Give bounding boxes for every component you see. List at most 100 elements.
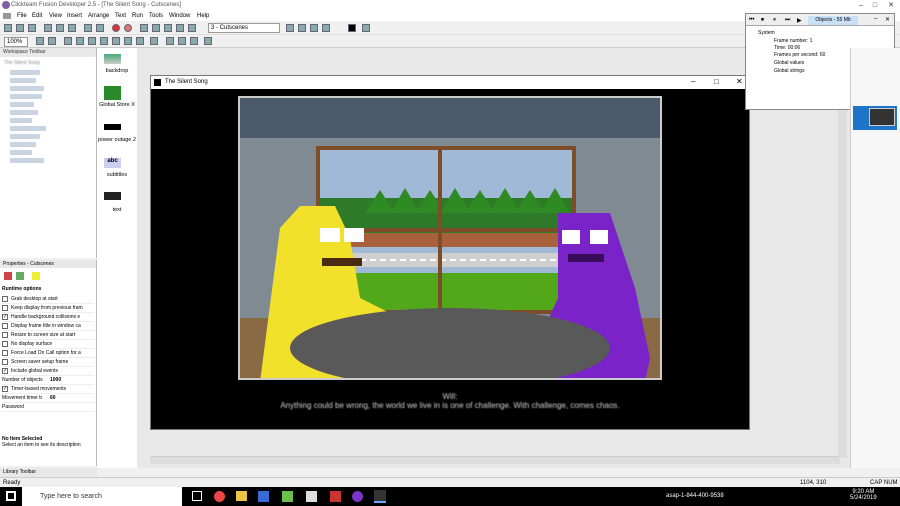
windows-start-icon[interactable] (6, 491, 16, 501)
app-icon-4[interactable] (306, 491, 317, 502)
tree-item[interactable] (10, 158, 44, 163)
align-center-icon[interactable] (178, 37, 186, 45)
property-checkbox[interactable] (2, 295, 8, 302)
property-checkbox[interactable] (2, 340, 8, 347)
property-checkbox[interactable] (2, 349, 8, 356)
property-checkbox[interactable] (2, 358, 8, 365)
running-app-icon[interactable] (374, 490, 386, 503)
menu-doc-icon[interactable] (3, 13, 11, 19)
frame-editor-icon[interactable] (152, 24, 160, 32)
properties-tab-icon[interactable] (32, 272, 40, 280)
debugger-close-icon[interactable]: ✕ (885, 16, 890, 23)
movement-timer-row[interactable]: Movement timer b 60 (2, 394, 94, 403)
subtitles-icon[interactable]: abc (104, 158, 121, 168)
pause-icon[interactable]: ⏸ (773, 17, 776, 24)
layers-icon[interactable] (88, 37, 96, 45)
property-row[interactable]: Grab desktop at start (2, 295, 94, 304)
num-objects-row[interactable]: Number of objects 1000 (2, 376, 94, 385)
file-explorer-icon[interactable] (236, 491, 247, 501)
workspace-root[interactable]: The Silent Song (4, 60, 40, 66)
menu-view[interactable]: View (49, 13, 62, 19)
step-icon[interactable]: ⏭ (785, 17, 790, 24)
close-button[interactable]: ✕ (884, 0, 898, 11)
property-row[interactable]: ✓ Handle background collisions e (2, 313, 94, 322)
property-checkbox[interactable]: ✓ (2, 313, 8, 320)
align-left-icon[interactable] (166, 37, 174, 45)
frame-select[interactable]: 3 - Cutscenes (208, 23, 280, 33)
app-icon-2[interactable] (258, 491, 269, 502)
data-elements-icon[interactable] (188, 24, 196, 32)
tree-item[interactable] (10, 86, 44, 91)
property-row[interactable]: Display frame title in window ca (2, 322, 94, 331)
clock[interactable]: 9:20 AM 5/24/2019 (850, 489, 877, 501)
game-minimize-button[interactable]: – (691, 77, 695, 86)
undo-icon[interactable] (84, 24, 92, 32)
fusion-icon[interactable] (352, 491, 363, 502)
game-close-button[interactable]: ✕ (736, 77, 743, 86)
chrome-icon[interactable] (214, 491, 225, 502)
menu-edit[interactable]: Edit (32, 13, 42, 19)
property-row[interactable]: Screen saver setup frame (2, 358, 94, 367)
menu-insert[interactable]: Insert (67, 13, 82, 19)
tree-item[interactable] (10, 78, 36, 83)
maximize-button[interactable]: □ (868, 0, 882, 11)
text-object-icon[interactable] (104, 192, 121, 200)
debugger-minimize-icon[interactable]: – (874, 16, 877, 22)
text-color-icon[interactable] (136, 37, 144, 45)
tree-item[interactable] (10, 142, 36, 147)
event-editor-icon[interactable] (164, 24, 172, 32)
backdrop-icon[interactable] (104, 54, 121, 64)
minimize-button[interactable]: – (854, 0, 868, 11)
storyboard-icon[interactable] (140, 24, 148, 32)
open-icon[interactable] (16, 24, 24, 32)
property-row[interactable]: Resize to screen size at start (2, 331, 94, 340)
app-icon-3[interactable] (282, 491, 293, 502)
run-frame-icon[interactable] (124, 24, 132, 32)
properties-tab-icon[interactable] (16, 272, 24, 280)
dbg-global-values[interactable]: Global values (774, 60, 804, 66)
color-icon[interactable] (348, 24, 356, 32)
properties-tab-icon[interactable] (4, 272, 12, 280)
run-app-icon[interactable] (112, 24, 120, 32)
copy-icon[interactable] (56, 24, 64, 32)
new-icon[interactable] (4, 24, 12, 32)
grid-icon[interactable] (362, 24, 370, 32)
snap-icon[interactable] (76, 37, 84, 45)
save-icon[interactable] (28, 24, 36, 32)
tree-item[interactable] (10, 94, 42, 99)
align-right-icon[interactable] (190, 37, 198, 45)
tree-item[interactable] (10, 102, 34, 107)
redo-icon[interactable] (96, 24, 104, 32)
italic-icon[interactable] (124, 37, 132, 45)
menu-text[interactable]: Text (115, 13, 126, 19)
menu-arrange[interactable]: Arrange (88, 13, 109, 19)
crop-icon[interactable] (204, 37, 212, 45)
objects-memory-button[interactable]: Objects - 55 Mb (808, 16, 858, 25)
paste-icon[interactable] (68, 24, 76, 32)
menu-run[interactable]: Run (132, 13, 143, 19)
zoom-select[interactable]: 100% (4, 37, 28, 47)
property-checkbox[interactable] (2, 322, 8, 329)
prev-frame-icon[interactable] (286, 24, 294, 32)
next-frame-icon[interactable] (298, 24, 306, 32)
event-list-icon[interactable] (176, 24, 184, 32)
zoom-icon[interactable] (48, 37, 56, 45)
tree-item[interactable] (10, 126, 46, 131)
hand-icon[interactable] (36, 37, 44, 45)
add-frame-icon[interactable] (310, 24, 318, 32)
app-icon-5[interactable] (330, 491, 341, 502)
timer-row[interactable]: ✓ Timer-based movements (2, 385, 94, 394)
step-back-icon[interactable]: ⏮ (749, 17, 754, 24)
tree-item[interactable] (10, 118, 32, 123)
show-grid-icon[interactable] (64, 37, 72, 45)
horizontal-scrollbar[interactable] (150, 456, 840, 464)
stop-icon[interactable]: ⏹ (761, 17, 764, 24)
cut-icon[interactable] (44, 24, 52, 32)
delete-frame-icon[interactable] (322, 24, 330, 32)
property-row[interactable]: Force Load On Call option for a (2, 349, 94, 358)
property-checkbox[interactable] (2, 331, 8, 338)
menu-tools[interactable]: Tools (149, 13, 163, 19)
tree-item[interactable] (10, 134, 40, 139)
dbg-system[interactable]: System (758, 30, 775, 36)
taskbar-search[interactable]: Type here to search (22, 487, 182, 506)
